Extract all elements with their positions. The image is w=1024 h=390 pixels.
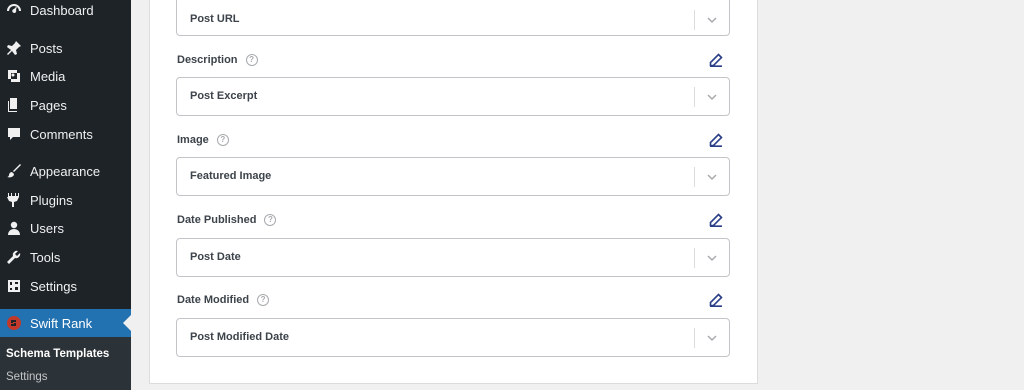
select-divider [694,167,695,187]
edit-date-modified-icon[interactable] [709,293,725,309]
sidebar-item-appearance[interactable]: Appearance [0,158,131,184]
chevron-down-icon[interactable] [706,170,718,182]
field-label-text: Date Published [177,214,257,226]
select-value: Post Date [190,251,241,263]
description-label: Description ? [177,54,258,66]
sidebar-item-label: Plugins [30,192,73,208]
description-select[interactable]: Post Excerpt [176,77,730,116]
sidebar-item-plugins[interactable]: Plugins [0,187,131,213]
url-select[interactable]: Post URL [176,0,730,36]
select-divider [694,328,695,348]
sidebar-item-label: Settings [30,278,77,294]
help-icon[interactable]: ? [257,294,270,306]
select-divider [694,87,695,107]
select-value: Post Modified Date [190,331,290,343]
sidebar-item-users[interactable]: Users [0,215,131,241]
chevron-down-icon[interactable] [706,13,718,25]
sidebar-item-label: Media [30,68,66,84]
sidebar-item-posts[interactable]: Posts [0,35,131,61]
select-value: Featured Image [190,170,272,182]
chevron-down-icon[interactable] [706,251,718,263]
dashboard-icon [4,0,24,20]
pin-icon [4,38,24,58]
sidebar-item-pages[interactable]: Pages [0,92,131,118]
settings-icon [4,276,24,296]
date-modified-label: Date Modified ? [177,294,270,306]
help-icon[interactable]: ? [245,54,258,66]
image-label: Image ? [177,134,229,146]
date-modified-select[interactable]: Post Modified Date [176,318,730,357]
sidebar-item-label: Appearance [30,163,101,179]
sidebar-item-dashboard[interactable]: Dashboard [0,0,131,23]
admin-sidebar: Dashboard Posts Media Pages Comments App… [0,0,131,390]
chevron-down-icon[interactable] [706,90,718,102]
plugin-icon [4,190,24,210]
sidebar-item-label: Comments [30,126,93,142]
swift-rank-submenu: Schema Templates Settings [0,337,131,390]
wrench-icon [4,247,24,267]
comment-icon [4,124,24,144]
pages-icon [4,95,24,115]
date-published-label: Date Published ? [177,214,277,226]
sidebar-item-settings[interactable]: Settings [0,273,131,299]
sidebar-item-comments[interactable]: Comments [0,121,131,147]
select-value: Post Excerpt [190,90,258,102]
brush-icon [4,161,24,181]
help-icon[interactable]: ? [216,134,229,146]
sidebar-item-media[interactable]: Media [0,63,131,89]
select-divider [694,248,695,268]
chevron-down-icon[interactable] [706,331,718,343]
field-label-text: Description [177,54,238,66]
date-published-select[interactable]: Post Date [176,238,730,277]
sidebar-item-label: Tools [30,249,61,265]
submenu-item-schema-templates[interactable]: Schema Templates [6,348,109,360]
field-label-text: Date Modified [177,294,250,306]
media-icon [4,66,24,86]
swift-rank-logo-icon [4,313,24,333]
submenu-item-settings[interactable]: Settings [6,371,48,383]
select-value: Post URL [190,13,240,25]
sidebar-item-label: Users [30,220,64,236]
sidebar-item-label: Swift Rank [30,315,93,331]
user-icon [4,218,24,238]
edit-image-icon[interactable] [709,133,725,149]
sidebar-item-label: Dashboard [30,2,94,18]
sidebar-item-label: Pages [30,97,67,113]
edit-date-published-icon[interactable] [709,213,725,229]
edit-description-icon[interactable] [709,53,725,69]
select-divider [694,10,695,30]
image-select[interactable]: Featured Image [176,157,730,196]
sidebar-item-swift-rank[interactable]: Swift Rank [0,309,131,337]
sidebar-item-label: Posts [30,40,63,56]
sidebar-item-tools[interactable]: Tools [0,244,131,270]
field-label-text: Image [177,134,209,146]
help-icon[interactable]: ? [264,214,277,226]
